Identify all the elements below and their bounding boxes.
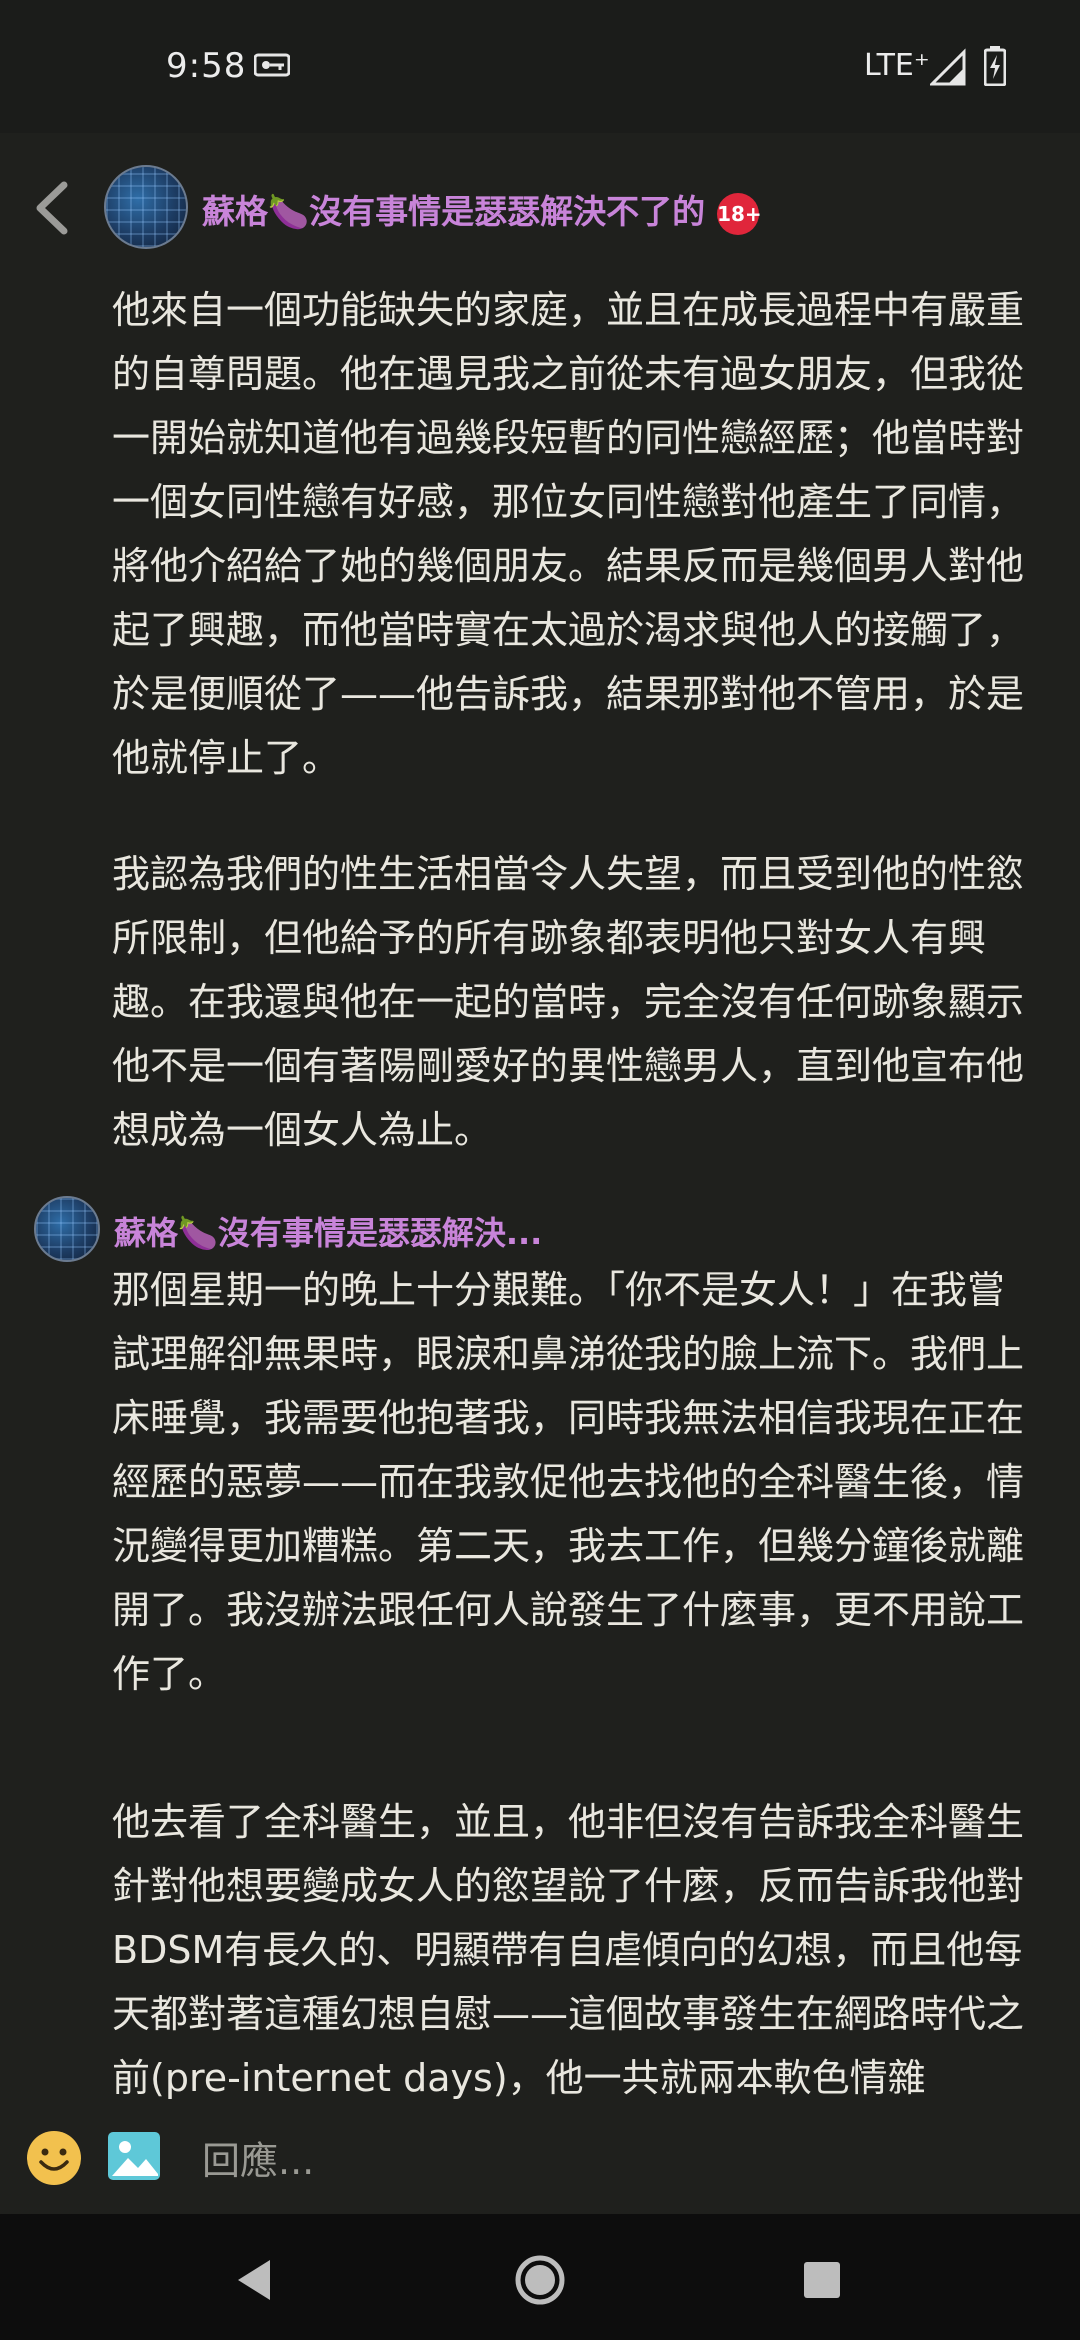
emoji-icon[interactable] — [26, 2130, 82, 2186]
author-name[interactable]: 蘇格🍆沒有事情是瑟瑟解決... — [114, 1208, 542, 1254]
nav-home-icon[interactable] — [514, 2254, 566, 2306]
signal-icon — [930, 48, 966, 86]
status-time: 9:58 — [166, 46, 247, 86]
reply-input[interactable]: 回應... — [202, 2130, 314, 2185]
author-avatar[interactable] — [34, 1196, 100, 1262]
message-paragraph: 那個星期一的晚上十分艱難。「你不是女人！」在我嘗試理解卻無果時，眼淚和鼻涕從我的… — [112, 1268, 1025, 1696]
battery-charging-icon — [984, 46, 1006, 86]
reply-bar: 回應... — [0, 2100, 1080, 2212]
chat-avatar[interactable] — [104, 165, 188, 249]
image-icon[interactable] — [106, 2128, 162, 2184]
adult-badge: 18+ — [717, 192, 762, 235]
chat-title[interactable]: 蘇格🍆沒有事情是瑟瑟解決不了的 18+ — [202, 185, 762, 235]
network-type: LTE⁺ — [864, 48, 930, 83]
nav-recents-icon[interactable] — [802, 2260, 842, 2300]
back-arrow-icon[interactable] — [30, 181, 74, 235]
system-nav-bar — [0, 2214, 1080, 2340]
chat-header: 蘇格🍆沒有事情是瑟瑟解決不了的 18+ — [0, 133, 1080, 283]
message-paragraph: 他去看了全科醫生，並且，他非但沒有告訴我全科醫生針對他想要變成女人的慾望說了什麼… — [112, 1800, 1025, 2100]
nav-back-icon[interactable] — [234, 2258, 274, 2302]
message-paragraph: 他來自一個功能缺失的家庭，並且在成長過程中有嚴重的自尊問題。他在遇見我之前從未有… — [112, 288, 1025, 780]
message-paragraph: 我認為我們的性生活相當令人失望，而且受到他的性慾所限制，但他給予的所有跡象都表明… — [112, 852, 1025, 1152]
vpn-key-icon — [254, 53, 290, 77]
status-bar: 9:58 LTE⁺ — [0, 0, 1080, 133]
chat-title-text: 蘇格🍆沒有事情是瑟瑟解決不了的 — [202, 192, 706, 231]
message-author-row: 蘇格🍆沒有事情是瑟瑟解決... — [34, 1196, 1034, 1262]
